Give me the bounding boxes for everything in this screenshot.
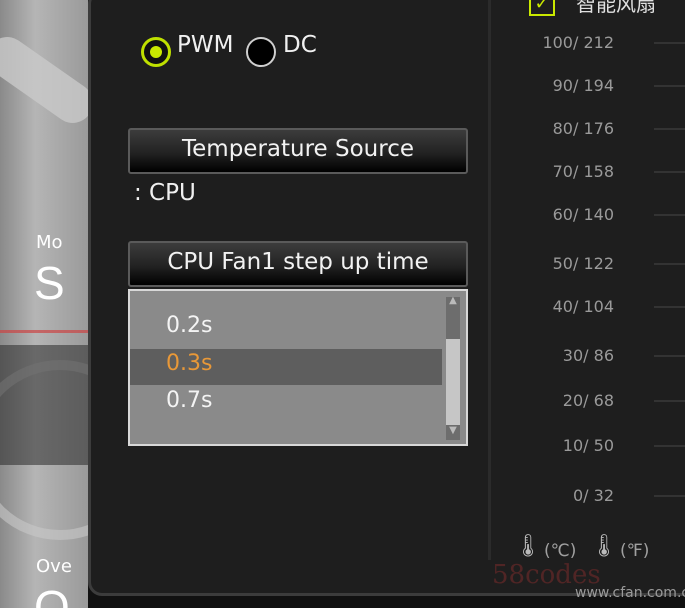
background-label-large: S: [34, 257, 65, 309]
dc-radio-button[interactable]: [246, 37, 276, 67]
scale-label: 100/ 212: [542, 33, 614, 52]
scale-label: 60/ 140: [552, 205, 614, 224]
scrollbar-thumb[interactable]: [446, 339, 460, 425]
fahrenheit-unit-label: (℉): [620, 541, 650, 561]
step-up-time-list[interactable]: 0.2s 0.3s 0.7s ▲ ▼: [128, 289, 468, 446]
scale-tick: [654, 85, 685, 87]
scale-label: 90/ 194: [552, 76, 614, 95]
list-item[interactable]: 0.2s: [166, 313, 212, 338]
pwm-radio-button[interactable]: [141, 37, 171, 67]
list-item[interactable]: 0.7s: [166, 388, 212, 413]
step-up-time-header: CPU Fan1 step up time: [128, 241, 468, 287]
scale-label: 70/ 158: [552, 162, 614, 181]
scroll-up-icon[interactable]: ▲: [446, 295, 460, 307]
scale-tick: [654, 263, 685, 265]
thermometer-fahrenheit-icon: 🌡: [590, 534, 618, 559]
scale-tick: [654, 128, 685, 130]
background-window: Mo S Ove O: [0, 0, 88, 608]
temperature-source-header: Temperature Source: [128, 128, 468, 174]
scale-label: 40/ 104: [552, 297, 614, 316]
scale-tick: [654, 445, 685, 447]
pwm-label[interactable]: PWM: [177, 32, 233, 58]
background-label-small-2: Ove: [36, 556, 72, 577]
smart-fan-label: 智能风扇: [576, 0, 656, 16]
scroll-down-icon[interactable]: ▼: [446, 425, 460, 437]
temperature-source-value: : CPU: [134, 180, 196, 206]
scale-label: 50/ 122: [552, 254, 614, 273]
scale-tick: [654, 400, 685, 402]
scale-tick: [654, 214, 685, 216]
list-item-selected[interactable]: 0.3s: [166, 351, 212, 376]
radio-selected-dot: [150, 46, 162, 58]
background-label-small: Mo: [36, 232, 63, 253]
scale-label: 80/ 176: [552, 119, 614, 138]
smart-fan-checkbox[interactable]: ✓: [529, 0, 555, 16]
background-band: [0, 345, 88, 465]
scale-label: 10/ 50: [562, 436, 614, 455]
dc-label[interactable]: DC: [283, 32, 317, 58]
scale-tick: [654, 495, 685, 497]
scale-tick: [654, 306, 685, 308]
wrench-graphic: [0, 29, 88, 131]
scale-label: 20/ 68: [562, 391, 614, 410]
accent-line: [0, 330, 88, 333]
panel-divider: [488, 0, 491, 560]
thermometer-celsius-icon: 🌡: [514, 534, 542, 559]
scale-tick: [654, 355, 685, 357]
watermark-url: www.cfan.com.cn: [575, 585, 685, 601]
celsius-unit-label: (℃): [544, 541, 577, 561]
background-label-large-2: O: [34, 581, 70, 608]
scale-tick: [654, 42, 685, 44]
scale-label: 30/ 86: [562, 346, 614, 365]
scale-label: 0/ 32: [572, 486, 614, 505]
scale-tick: [654, 171, 685, 173]
